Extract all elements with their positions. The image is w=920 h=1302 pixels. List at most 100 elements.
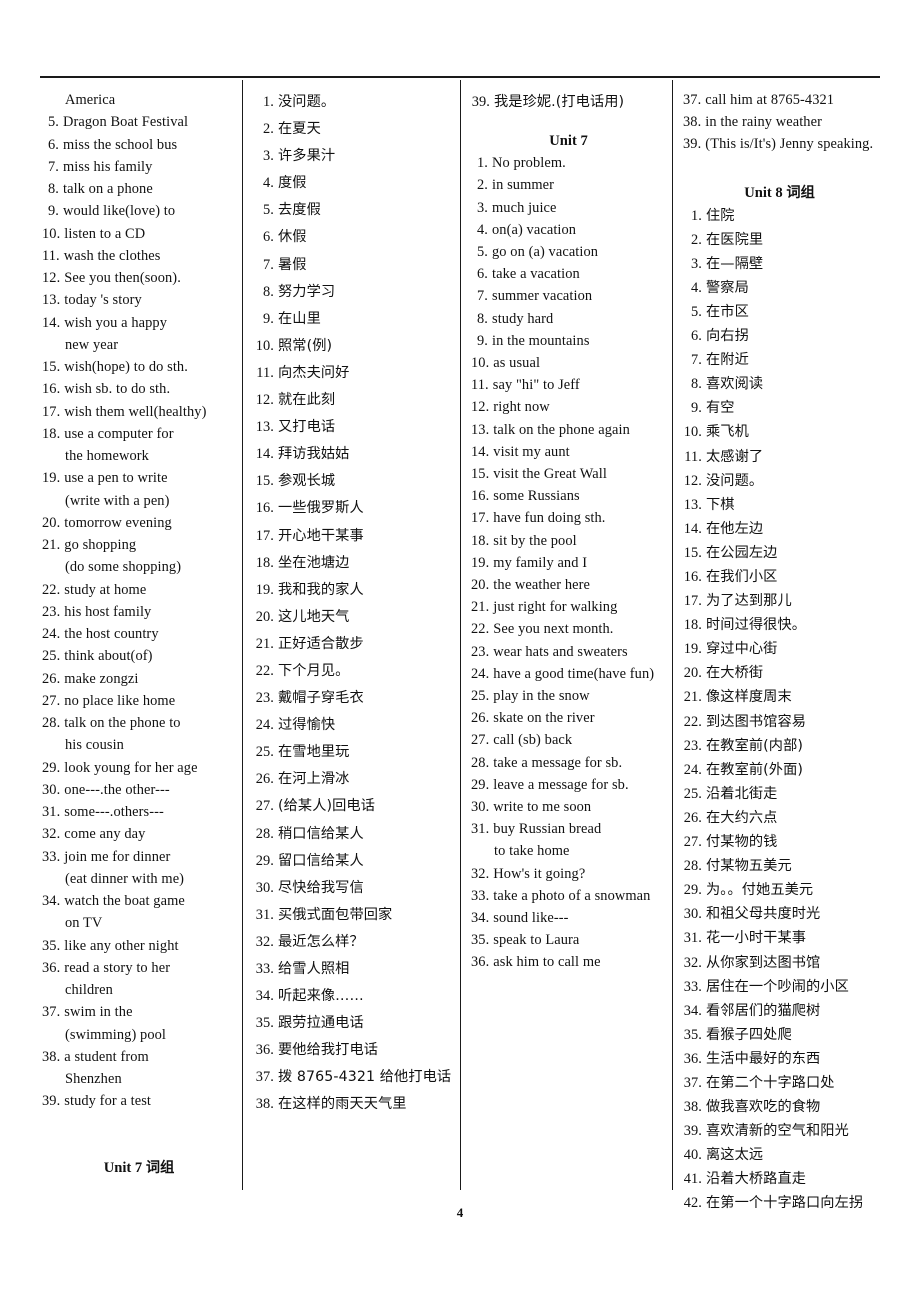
list-item-number: 36.	[255, 1042, 274, 1059]
list-item-number: 23.	[683, 737, 702, 754]
list-item-number: 9.	[477, 332, 488, 349]
list-item-number: 20.	[255, 608, 274, 625]
list-item: 39. 喜欢清新的空气和阳光	[683, 1119, 876, 1143]
list-item-continuation: America	[42, 89, 236, 111]
list-item: 35. 看猴子四处爬	[683, 1023, 876, 1047]
unit-heading-latin: Unit 8	[744, 184, 783, 201]
list-item-number: 38.	[42, 1048, 61, 1065]
list-item: 1. 没问题。	[255, 89, 454, 116]
list-item: 10. 乘飞机	[683, 420, 876, 444]
list-item: 39. study for a test	[42, 1090, 236, 1112]
list-item: 36. 要他给我打电话	[255, 1037, 454, 1064]
page-number: 4	[456, 1205, 464, 1220]
list-item-text: 这儿地天气	[278, 608, 350, 625]
list-item-text: swim in the	[64, 1004, 133, 1021]
list-item-text: 在他左边	[706, 520, 764, 537]
list-item-text: miss the school bus	[63, 136, 178, 153]
list-item: 36. 生活中最好的东西	[683, 1047, 876, 1071]
list-item-text: 在河上滑冰	[278, 771, 350, 788]
list-item-number: 37.	[683, 92, 702, 108]
list-item-text: 拜访我姑姑	[278, 446, 350, 463]
list-item-text: 买俄式面包带回家	[278, 906, 393, 923]
list-item-continuation: children	[42, 979, 236, 1001]
list-item-number: 24.	[42, 626, 61, 642]
list-item-text: to take home	[494, 843, 570, 860]
list-item-text: wish sb. to do sth.	[64, 381, 171, 398]
list-item: 22. See you next month.	[471, 618, 666, 640]
list-item-text: 在公园左边	[706, 544, 778, 561]
list-item: 17. 为了达到那儿	[683, 589, 876, 613]
list-item-text: miss his family	[63, 158, 153, 175]
list-item-number: 16.	[255, 500, 274, 517]
column-3-content: 39. 我是珍妮.(打电话用) Unit 7 1. No problem. 2. in su…	[471, 80, 666, 974]
vocabulary-list: 37. call him at 8765-4321 38. in the rainy …	[683, 89, 876, 156]
list-item: 22. 下个月见。	[255, 658, 454, 685]
list-item: 37. swim in the	[42, 1001, 236, 1023]
list-item-text: come any day	[64, 826, 146, 843]
list-item-number: 30.	[255, 879, 274, 896]
list-item-text: (do some shopping)	[65, 559, 182, 576]
list-item: 14. 在他左边	[683, 517, 876, 541]
list-item-text: 看猴子四处爬	[706, 1026, 792, 1043]
list-item-continuation: (eat dinner with me)	[42, 868, 236, 890]
list-item-text: 为。。付她五美元	[706, 882, 814, 899]
list-item-text: use a computer for	[64, 425, 174, 442]
list-item-text: 有空	[706, 400, 735, 417]
list-item-number: 33.	[683, 978, 702, 995]
list-item: 2. in summer	[471, 174, 666, 196]
list-item-number: 25.	[255, 744, 274, 761]
list-item: 19. 我和我的家人	[255, 577, 454, 604]
list-item-text: 听起来像……	[278, 988, 364, 1005]
list-item-text: 留口信给某人	[278, 852, 364, 869]
list-item: 3. 在—隔壁	[683, 252, 876, 276]
list-item: 28. talk on the phone to	[42, 712, 236, 734]
list-item: 23. 在教室前(内部)	[683, 734, 876, 758]
list-item-text: 像这样度周末	[706, 689, 792, 706]
list-item: 7. summer vacation	[471, 285, 666, 307]
list-item: 40. 离这太远	[683, 1143, 876, 1167]
list-item-number: 32.	[471, 865, 490, 882]
list-item-text: wear hats and sweaters	[493, 643, 628, 660]
list-item-text: like any other night	[64, 937, 179, 954]
list-item: 33. 居住在一个吵闹的小区	[683, 975, 876, 999]
list-item-number: 28.	[255, 825, 274, 842]
list-item-text: 付某物的钱	[706, 834, 778, 851]
list-item-number: 1.	[691, 207, 702, 224]
list-item: 7. 在附近	[683, 348, 876, 372]
list-item: 31. some---.others---	[42, 801, 236, 823]
list-item-number: 31.	[683, 930, 702, 947]
list-item: 15. wish(hope) to do sth.	[42, 356, 236, 378]
list-item: 14. 拜访我姑姑	[255, 441, 454, 468]
list-item-text: go shopping	[64, 537, 137, 553]
list-item-number: 15.	[471, 465, 490, 482]
list-item-number: 3.	[477, 199, 488, 216]
list-item: 3. 许多果汁	[255, 143, 454, 170]
list-item: 19. use a pen to write	[42, 467, 236, 489]
list-item-number: 12.	[255, 392, 274, 409]
list-item-text: 在附近	[706, 352, 749, 369]
list-item-text: No problem.	[492, 155, 566, 172]
list-item: 14. wish you a happy	[42, 312, 236, 334]
list-item-number: 37.	[42, 1004, 61, 1021]
list-item: 7. miss his family	[42, 156, 236, 178]
list-item-number: 28.	[471, 754, 490, 771]
list-item-number: 29.	[471, 776, 490, 793]
list-item-number: 22.	[471, 621, 490, 638]
list-item-number: 39.	[471, 94, 490, 110]
list-item-number: 14.	[42, 314, 61, 331]
list-item-number: 27.	[471, 732, 490, 749]
list-item: 31. 花一小时干某事	[683, 926, 876, 950]
list-item-number: 4.	[263, 175, 274, 192]
list-item-number: 23.	[471, 643, 490, 660]
list-item-number: 35.	[255, 1015, 274, 1032]
list-item: 4. on(a) vacation	[471, 219, 666, 241]
list-item-number: 8.	[477, 310, 488, 327]
list-item-text: 在我们小区	[706, 569, 778, 586]
list-item-text: join me for dinner	[64, 848, 171, 865]
list-item-number: 35.	[683, 1026, 702, 1043]
list-item: 32. 从你家到达图书馆	[683, 951, 876, 975]
vocabulary-list: America 5. Dragon Boat Festival 6. miss the …	[42, 89, 236, 1113]
list-item-number: 31.	[42, 804, 61, 820]
list-item: 6. 休假	[255, 224, 454, 251]
